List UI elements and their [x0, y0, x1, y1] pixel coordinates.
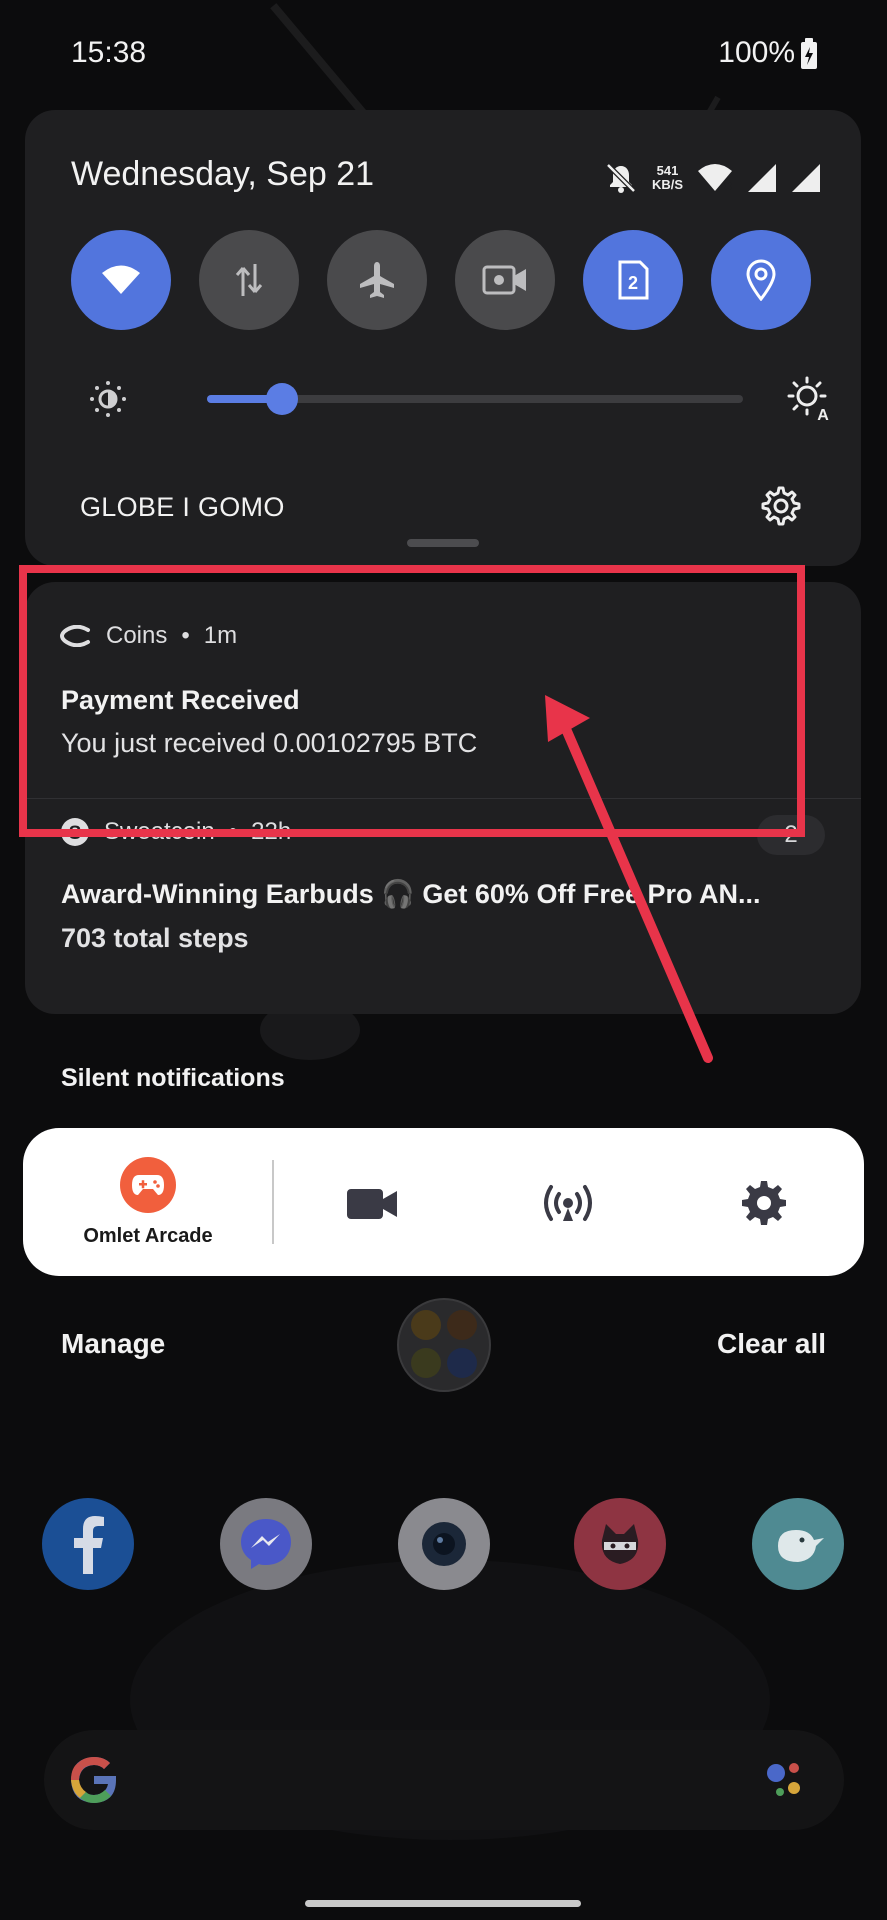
kiwi-bird-icon	[778, 1530, 824, 1562]
airplane-icon	[360, 262, 394, 298]
network-speed-unit: KB/S	[651, 177, 683, 192]
sim-card-icon: 2	[618, 260, 649, 300]
cell-signal-2-icon	[792, 164, 820, 192]
brightness-slider-thumb[interactable]	[266, 383, 299, 415]
location-pin-icon	[746, 259, 776, 301]
tile-location[interactable]	[711, 230, 811, 330]
broadcast-icon	[544, 1185, 592, 1221]
dnd-bell-off-icon	[606, 163, 636, 193]
messenger-app-icon[interactable]	[220, 1498, 312, 1590]
omlet-arcade-icon	[120, 1157, 176, 1213]
cell-signal-1-icon	[748, 164, 776, 192]
silent-card-separator	[272, 1160, 274, 1244]
video-camera-icon	[482, 265, 526, 295]
carrier-name: GLOBE I GOMO	[80, 492, 285, 522]
google-assistant-icon[interactable]	[760, 1754, 810, 1804]
notification-body: 703 total steps	[61, 923, 249, 953]
auto-brightness-icon[interactable]: A	[787, 376, 833, 422]
sim-slot-number: 2	[628, 273, 638, 293]
battery-charging-icon	[801, 38, 817, 69]
google-g-icon	[71, 1757, 116, 1803]
tile-mobile-data[interactable]	[199, 230, 299, 330]
status-time: 15:38	[71, 36, 147, 69]
tile-screen-record[interactable]	[455, 230, 555, 330]
wifi-icon	[102, 265, 140, 294]
network-speed: 541 KB/S	[652, 164, 683, 192]
notification-title: Award-Winning Earbuds 🎧 Get 60% Off Free…	[61, 879, 761, 909]
highlight-box	[19, 565, 805, 837]
camera-app-icon[interactable]	[398, 1498, 490, 1590]
manage-button[interactable]: Manage	[61, 1328, 165, 1360]
kiwi-browser-app-icon[interactable]	[752, 1498, 844, 1590]
omlet-arcade-label: Omlet Arcade	[83, 1225, 213, 1247]
battery-percent: 100%	[718, 36, 795, 69]
gesture-nav-handle[interactable]	[305, 1900, 581, 1907]
app-folder[interactable]	[397, 1298, 491, 1392]
qs-drag-handle[interactable]	[407, 539, 479, 547]
settings-gear-icon	[742, 1181, 786, 1225]
qs-status-icons: 541 KB/S	[604, 158, 821, 198]
video-camera-icon	[347, 1189, 397, 1219]
silent-notification-card[interactable]: Omlet Arcade	[23, 1128, 864, 1276]
status-bar: 15:38 100%	[0, 0, 887, 110]
tile-airplane-mode[interactable]	[327, 230, 427, 330]
live-stream-button[interactable]	[540, 1178, 596, 1228]
tile-wifi[interactable]	[71, 230, 171, 330]
qs-tile-row: 2	[71, 230, 815, 330]
google-search-bar[interactable]	[44, 1730, 844, 1830]
qs-date: Wednesday, Sep 21	[71, 155, 375, 193]
facebook-f-icon	[74, 1516, 104, 1574]
settings-gear-icon[interactable]	[757, 484, 801, 528]
camera-lens-icon	[422, 1522, 466, 1566]
network-speed-value: 541	[656, 163, 679, 178]
mobile-data-arrows-icon	[235, 264, 263, 296]
tile-sim-2[interactable]: 2	[583, 230, 683, 330]
brightness-control: A	[81, 368, 829, 428]
svg-text:A: A	[817, 407, 829, 422]
facebook-app-icon[interactable]	[42, 1498, 134, 1590]
silent-notifications-label: Silent notifications	[61, 1064, 285, 1092]
quick-settings-panel: Wednesday, Sep 21 541 KB/S 2 A GLOBE I G…	[25, 110, 861, 566]
home-dock	[0, 1498, 887, 1594]
game-app-icon[interactable]	[574, 1498, 666, 1590]
brightness-low-icon	[90, 381, 126, 417]
clear-all-button[interactable]: Clear all	[717, 1328, 826, 1360]
wifi-signal-icon	[698, 164, 733, 191]
gamepad-icon	[132, 1175, 164, 1195]
ninja-cat-icon	[601, 1524, 639, 1564]
messenger-icon	[241, 1519, 291, 1569]
omlet-settings-button[interactable]	[736, 1178, 792, 1228]
record-video-button[interactable]	[344, 1178, 400, 1228]
